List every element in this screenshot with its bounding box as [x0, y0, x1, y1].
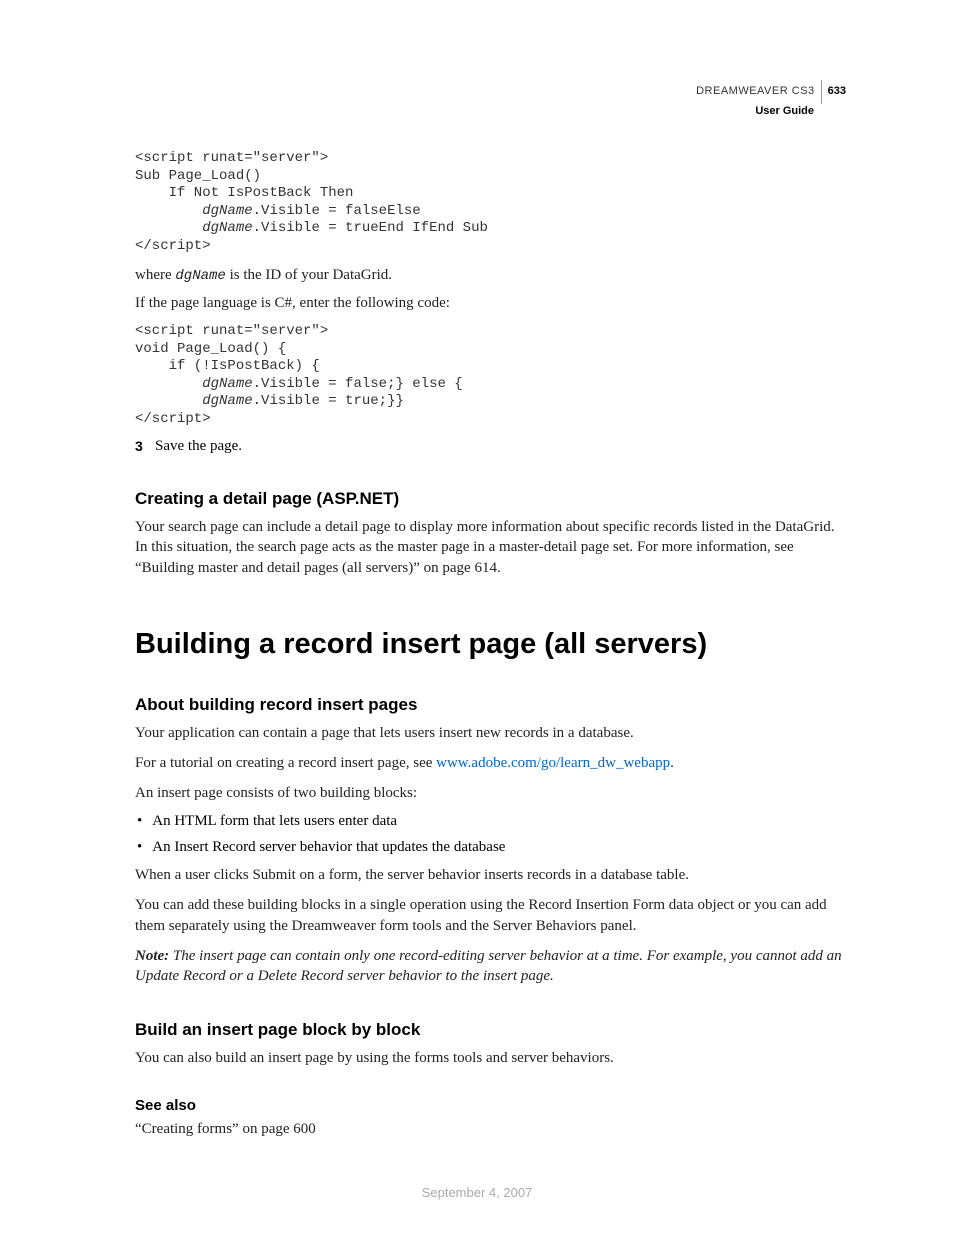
page-number: 633	[828, 84, 846, 99]
code-line: if (!IsPostBack) {	[135, 358, 320, 374]
chapter-heading: Building a record insert page (all serve…	[135, 628, 846, 661]
code-line: If Not IsPostBack Then	[135, 185, 353, 201]
bullet-icon: •	[137, 837, 142, 857]
note-paragraph: Note: The insert page can contain only o…	[135, 946, 846, 987]
paragraph: where dgName is the ID of your DataGrid.	[135, 265, 846, 286]
section-heading: Build an insert page block by block	[135, 1020, 846, 1040]
list-item: • An HTML form that lets users enter dat…	[135, 811, 846, 831]
product-name: DREAMWEAVER CS3	[696, 84, 815, 99]
code-block-vb: <script runat="server"> Sub Page_Load() …	[135, 150, 846, 255]
section-heading: Creating a detail page (ASP.NET)	[135, 489, 846, 509]
code-line: </script>	[135, 238, 211, 254]
list-item-text: An HTML form that lets users enter data	[152, 811, 397, 831]
bullet-list: • An HTML form that lets users enter dat…	[135, 811, 846, 858]
paragraph: For a tutorial on creating a record inse…	[135, 753, 846, 773]
paragraph: If the page language is C#, enter the fo…	[135, 293, 846, 313]
code-line: void Page_Load() {	[135, 341, 286, 357]
list-item: • An Insert Record server behavior that …	[135, 837, 846, 857]
header-divider	[821, 80, 822, 104]
page-content: <script runat="server"> Sub Page_Load() …	[135, 150, 846, 1139]
paragraph: You can add these building blocks in a s…	[135, 895, 846, 936]
guide-label: User Guide	[696, 104, 814, 119]
note-text: The insert page can contain only one rec…	[135, 948, 842, 984]
code-line: <script runat="server">	[135, 150, 328, 166]
code-line: dgName.Visible = trueEnd IfEnd Sub	[135, 220, 488, 236]
step-number: 3	[135, 438, 147, 455]
code-line: dgName.Visible = false;} else {	[135, 376, 463, 392]
code-line: <script runat="server">	[135, 323, 328, 339]
note-label: Note:	[135, 948, 169, 964]
paragraph: “Creating forms” on page 600	[135, 1119, 846, 1139]
inline-code: dgName	[175, 268, 225, 284]
paragraph: An insert page consists of two building …	[135, 783, 846, 803]
step-text: Save the page.	[155, 438, 242, 455]
list-item-text: An Insert Record server behavior that up…	[152, 837, 505, 857]
subsection-heading: See also	[135, 1097, 846, 1114]
paragraph: Your application can contain a page that…	[135, 723, 846, 743]
section-heading: About building record insert pages	[135, 695, 846, 715]
page-header: DREAMWEAVER CS3 633 User Guide	[696, 80, 846, 119]
step-item: 3 Save the page.	[135, 438, 846, 455]
document-page: DREAMWEAVER CS3 633 User Guide <script r…	[0, 0, 954, 1209]
code-line: dgName.Visible = falseElse	[135, 203, 421, 219]
paragraph: Your search page can include a detail pa…	[135, 517, 846, 578]
tutorial-link[interactable]: www.adobe.com/go/learn_dw_webapp	[436, 755, 670, 771]
paragraph: When a user clicks Submit on a form, the…	[135, 865, 846, 885]
code-line: </script>	[135, 411, 211, 427]
code-line: dgName.Visible = true;}}	[135, 393, 404, 409]
code-block-csharp: <script runat="server"> void Page_Load()…	[135, 323, 846, 428]
header-line-1: DREAMWEAVER CS3 633	[696, 80, 846, 104]
paragraph: You can also build an insert page by usi…	[135, 1048, 846, 1068]
page-footer-date: September 4, 2007	[0, 1185, 954, 1200]
bullet-icon: •	[137, 811, 142, 831]
code-line: Sub Page_Load()	[135, 168, 261, 184]
